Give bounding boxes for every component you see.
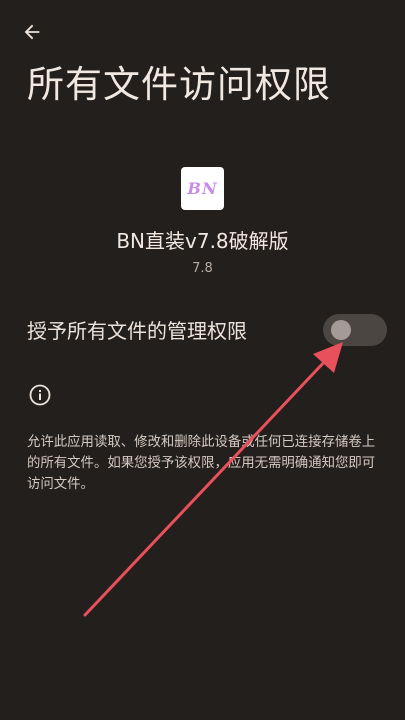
permission-toggle[interactable] [323, 314, 387, 346]
page-title: 所有文件访问权限 [27, 63, 331, 106]
app-icon: BN [181, 167, 224, 210]
app-icon-logo-text: BN [187, 179, 218, 198]
permission-description: 允许此应用读取、修改和删除此设备或任何已连接存储卷上的所有文件。如果您授予该权限… [27, 435, 376, 492]
arrow-back-icon [24, 24, 40, 40]
permission-label: 授予所有文件的管理权限 [27, 319, 247, 343]
app-version: 7.8 [192, 261, 213, 276]
permission-row[interactable]: 授予所有文件的管理权限 [0, 305, 405, 357]
back-button[interactable] [14, 14, 50, 50]
app-name: BN直装v7.8破解版 [116, 229, 289, 253]
toggle-knob [331, 320, 351, 340]
info-icon [29, 384, 51, 406]
